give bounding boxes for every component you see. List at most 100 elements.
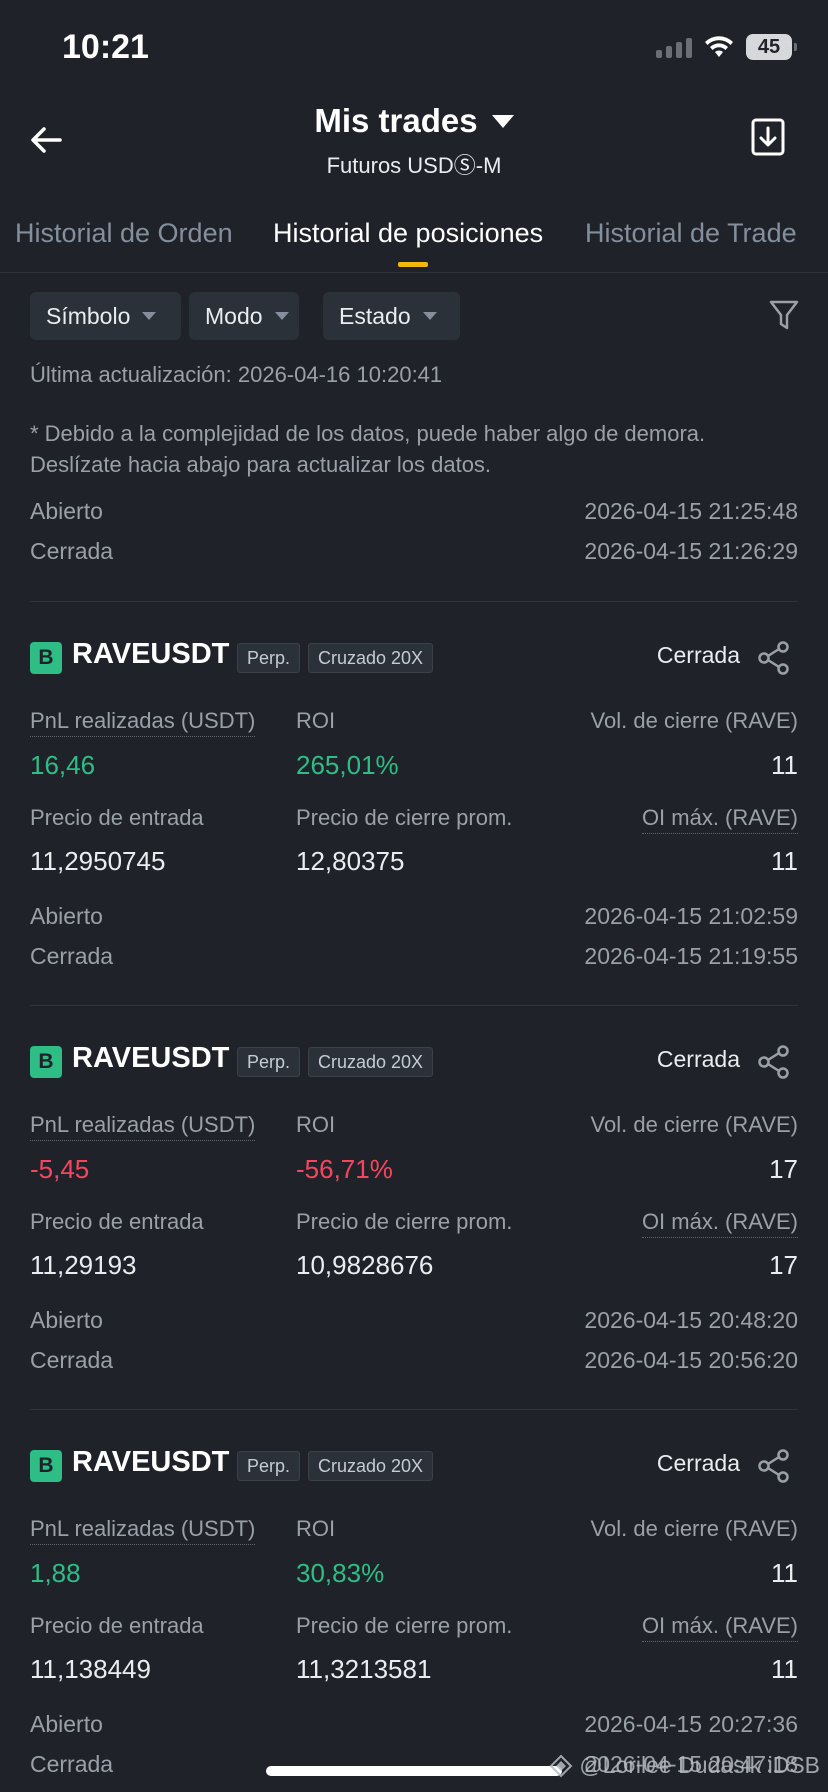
symbol-filter[interactable]: Símbolo bbox=[30, 292, 181, 340]
entry-price-value: 11,29193 bbox=[30, 1250, 137, 1280]
caret-down-icon bbox=[491, 114, 514, 128]
close-volume-value: 11 bbox=[771, 1558, 798, 1588]
closed-time: 2026-04-15 21:26:29 bbox=[584, 538, 798, 564]
title-wrap: Mis trades Futuros USDⓈ-M bbox=[0, 102, 828, 180]
entry-price-value: 11,2950745 bbox=[30, 846, 166, 876]
mode-filter-label: Modo bbox=[205, 302, 263, 329]
margin-mode-tag: Cruzado 20X bbox=[308, 643, 434, 673]
entry-price-label: Precio de entrada bbox=[30, 1613, 204, 1638]
symbol-filter-label: Símbolo bbox=[46, 302, 131, 329]
opened-time: 2026-04-15 21:02:59 bbox=[584, 903, 798, 929]
opened-time: 2026-04-15 21:25:48 bbox=[584, 498, 798, 524]
position-header: B RAVEUSDT Perp. Cruzado 20X Cerrada bbox=[30, 1446, 798, 1484]
position-symbol: RAVEUSDT bbox=[72, 1446, 230, 1478]
roi-value: -56,71% bbox=[296, 1154, 393, 1184]
share-icon[interactable] bbox=[756, 640, 792, 676]
margin-mode-tag: Cruzado 20X bbox=[308, 1047, 434, 1077]
tab-order-history[interactable]: Historial de Orden bbox=[15, 218, 233, 249]
oi-max-label[interactable]: OI máx. (RAVE) bbox=[641, 805, 798, 834]
closed-label: Cerrada bbox=[30, 943, 114, 969]
oi-max-value: 17 bbox=[769, 1250, 798, 1280]
closed-row: Cerrada 2026-04-15 21:19:55 bbox=[30, 943, 798, 970]
status-time: 10:21 bbox=[62, 28, 149, 66]
contract-type-tag: Perp. bbox=[237, 1451, 301, 1481]
pnl-label[interactable]: PnL realizadas (USDT) bbox=[30, 1112, 256, 1141]
position-symbol: RAVEUSDT bbox=[72, 1042, 230, 1074]
top-opened-row: Abierto 2026-04-15 21:25:48 bbox=[30, 498, 798, 525]
watermark: @Lorilee Dudasik iDSB bbox=[549, 1752, 820, 1779]
oi-max-value: 11 bbox=[771, 1654, 798, 1684]
divider bbox=[30, 601, 798, 602]
share-icon[interactable] bbox=[756, 1044, 792, 1080]
side-badge: B bbox=[30, 1046, 62, 1078]
page-title: Mis trades bbox=[314, 102, 478, 139]
avg-close-price-value: 10,9828676 bbox=[296, 1250, 434, 1280]
roi-value: 30,83% bbox=[296, 1558, 385, 1588]
margin-mode-tag: Cruzado 20X bbox=[308, 1451, 434, 1481]
battery-icon: 45 bbox=[746, 34, 797, 60]
cellular-signal-icon bbox=[656, 36, 692, 58]
share-icon[interactable] bbox=[756, 1448, 792, 1484]
avg-close-price-label: Precio de cierre prom. bbox=[296, 1613, 513, 1638]
contract-type-tag: Perp. bbox=[237, 1047, 301, 1077]
entry-price-label: Precio de entrada bbox=[30, 1209, 204, 1234]
status-icons: 45 bbox=[656, 34, 797, 60]
filter-bar: Símbolo Modo Estado bbox=[30, 292, 800, 340]
status-filter[interactable]: Estado bbox=[323, 292, 460, 340]
status-filter-label: Estado bbox=[339, 302, 411, 329]
top-closed-row: Cerrada 2026-04-15 21:26:29 bbox=[30, 538, 798, 565]
oi-max-label[interactable]: OI máx. (RAVE) bbox=[641, 1613, 798, 1642]
tabs: Historial de Orden Historial de posicion… bbox=[0, 210, 828, 273]
close-volume-label: Vol. de cierre (RAVE) bbox=[590, 708, 798, 733]
position-status: Cerrada bbox=[656, 1450, 740, 1476]
last-update-text: Última actualización: 2026-04-16 10:20:4… bbox=[30, 362, 443, 387]
roi-label: ROI bbox=[296, 1516, 336, 1541]
closed-label: Cerrada bbox=[30, 1347, 114, 1373]
filter-funnel-icon[interactable] bbox=[768, 298, 800, 332]
roi-value: 265,01% bbox=[296, 750, 399, 780]
header: Mis trades Futuros USDⓈ-M bbox=[0, 96, 828, 186]
position-status: Cerrada bbox=[656, 642, 740, 668]
delay-notice: * Debido a la complejidad de los datos, … bbox=[30, 421, 706, 477]
oi-max-value: 11 bbox=[771, 846, 798, 876]
pnl-label[interactable]: PnL realizadas (USDT) bbox=[30, 1516, 256, 1545]
active-tab-indicator bbox=[398, 262, 428, 267]
page-subtitle: Futuros USDⓈ-M bbox=[326, 153, 502, 178]
contract-type-tag: Perp. bbox=[237, 643, 301, 673]
close-volume-value: 17 bbox=[769, 1154, 798, 1184]
closed-label: Cerrada bbox=[30, 538, 114, 564]
close-volume-label: Vol. de cierre (RAVE) bbox=[590, 1516, 798, 1541]
mode-filter[interactable]: Modo bbox=[189, 292, 299, 340]
closed-time: 2026-04-15 21:19:55 bbox=[584, 943, 798, 969]
watermark-text: @Lorilee Dudasik iDSB bbox=[579, 1752, 820, 1778]
opened-label: Abierto bbox=[30, 903, 103, 929]
roi-label: ROI bbox=[296, 1112, 336, 1137]
home-indicator bbox=[266, 1766, 562, 1776]
divider bbox=[30, 1409, 798, 1410]
roi-label: ROI bbox=[296, 708, 336, 733]
opened-time: 2026-04-15 20:27:36 bbox=[584, 1711, 798, 1737]
side-badge: B bbox=[30, 1450, 62, 1482]
opened-row: Abierto 2026-04-15 20:48:20 bbox=[30, 1307, 798, 1334]
close-volume-label: Vol. de cierre (RAVE) bbox=[590, 1112, 798, 1137]
position-header: B RAVEUSDT Perp. Cruzado 20X Cerrada bbox=[30, 1042, 798, 1080]
pnl-value: 16,46 bbox=[30, 750, 96, 780]
avg-close-price-value: 11,3213581 bbox=[296, 1654, 432, 1684]
diamond-logo-icon bbox=[549, 1754, 573, 1777]
oi-max-label[interactable]: OI máx. (RAVE) bbox=[641, 1209, 798, 1238]
status-bar: 10:21 45 bbox=[0, 0, 828, 96]
opened-row: Abierto 2026-04-15 20:27:36 bbox=[30, 1711, 798, 1738]
pnl-value: 1,88 bbox=[30, 1558, 81, 1588]
position-header: B RAVEUSDT Perp. Cruzado 20X Cerrada bbox=[30, 638, 798, 676]
tab-trade-history[interactable]: Historial de Trade bbox=[585, 218, 797, 249]
page-title-dropdown[interactable]: Mis trades bbox=[314, 102, 514, 140]
position-status: Cerrada bbox=[656, 1046, 740, 1072]
download-icon[interactable] bbox=[750, 116, 786, 158]
pnl-label[interactable]: PnL realizadas (USDT) bbox=[30, 708, 256, 737]
avg-close-price-label: Precio de cierre prom. bbox=[296, 1209, 513, 1234]
closed-label: Cerrada bbox=[30, 1751, 114, 1777]
caret-down-icon bbox=[422, 312, 437, 320]
opened-label: Abierto bbox=[30, 498, 103, 524]
avg-close-price-label: Precio de cierre prom. bbox=[296, 805, 513, 830]
tab-position-history[interactable]: Historial de posiciones bbox=[273, 218, 543, 249]
